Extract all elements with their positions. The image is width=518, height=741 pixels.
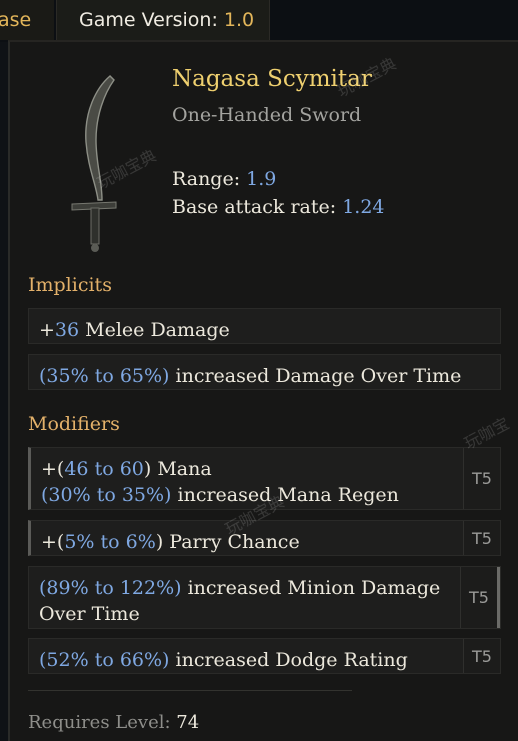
attack-rate-stat: Base attack rate: 1.24 — [172, 196, 385, 218]
mod-max: 6% — [125, 531, 156, 553]
tab-previous[interactable]: ase — [0, 0, 54, 40]
attack-rate-label: Base attack rate: — [172, 196, 337, 218]
mod-max: 122% — [119, 577, 175, 599]
implicits-heading: Implicits — [28, 274, 112, 296]
requirement-value: 74 — [176, 712, 200, 733]
game-version-value: 1.0 — [223, 9, 255, 31]
mod-mid: to — [90, 484, 122, 506]
modifiers-heading: Modifiers — [28, 413, 120, 435]
mod-min: 30% — [48, 484, 91, 506]
implicit-row: (35% to 65%) increased Damage Over Time — [28, 354, 501, 390]
mod-mid: to — [94, 531, 126, 553]
mod-min: 5% — [64, 531, 95, 553]
mod-min: 46 — [64, 458, 89, 480]
mod-max: 35% — [121, 484, 165, 506]
range-stat: Range: 1.9 — [172, 168, 276, 190]
mod-text: increased Dodge Rating — [169, 649, 408, 671]
mod-text: Mana — [151, 458, 212, 480]
mod-min: 89% — [46, 577, 89, 599]
mod-open: +( — [41, 531, 65, 553]
implicit-max: 65% — [119, 365, 163, 387]
modifier-row: +(5% to 6%) Parry Chance T5 — [28, 520, 501, 556]
implicit-row: +36 Melee Damage — [28, 308, 501, 344]
mod-min: 52% — [46, 649, 89, 671]
implicit-prefix: + — [39, 319, 55, 341]
implicit-mid: to — [88, 365, 120, 387]
mod-mid: to — [88, 458, 120, 480]
tier-badge: T5 — [463, 448, 500, 509]
mod-open: +( — [41, 458, 65, 480]
implicit-min: 35% — [46, 365, 89, 387]
attack-rate-value: 1.24 — [342, 196, 385, 218]
requirement-label: Requires Level: — [28, 712, 171, 733]
divider — [28, 690, 352, 691]
item-type: One-Handed Sword — [172, 104, 362, 126]
mod-close: ) — [174, 577, 182, 599]
tab-previous-label: ase — [0, 9, 32, 31]
mod-text: increased Minion Damage — [181, 577, 441, 599]
tier-badge: T5 — [463, 639, 500, 673]
mod-text: increased Mana Regen — [171, 484, 399, 506]
modifier-row: (52% to 66%) increased Dodge Rating T5 — [28, 638, 501, 674]
level-requirement: Requires Level: 74 — [28, 712, 199, 733]
mod-max: 66% — [119, 649, 163, 671]
implicit-value: 36 — [54, 319, 80, 341]
range-value: 1.9 — [246, 168, 277, 190]
mod-max: 60 — [119, 458, 144, 480]
implicit-text: Melee Damage — [79, 319, 230, 341]
tier-badge: T5 — [460, 567, 500, 628]
implicit-text: increased Damage Over Time — [169, 365, 462, 387]
tab-game-version-label: Game Version: — [79, 9, 218, 31]
tab-bar: ase Game Version: 1.0 — [0, 0, 518, 42]
modifier-row: (89% to 122%) increased Minion Damage Ov… — [28, 566, 501, 629]
mod-mid: to — [88, 577, 120, 599]
range-label: Range: — [172, 168, 241, 190]
mod-text-continued: Over Time — [39, 603, 140, 625]
tab-game-version[interactable]: Game Version: 1.0 — [56, 0, 270, 40]
tier-badge: T5 — [463, 521, 500, 555]
mod-mid: to — [88, 649, 120, 671]
